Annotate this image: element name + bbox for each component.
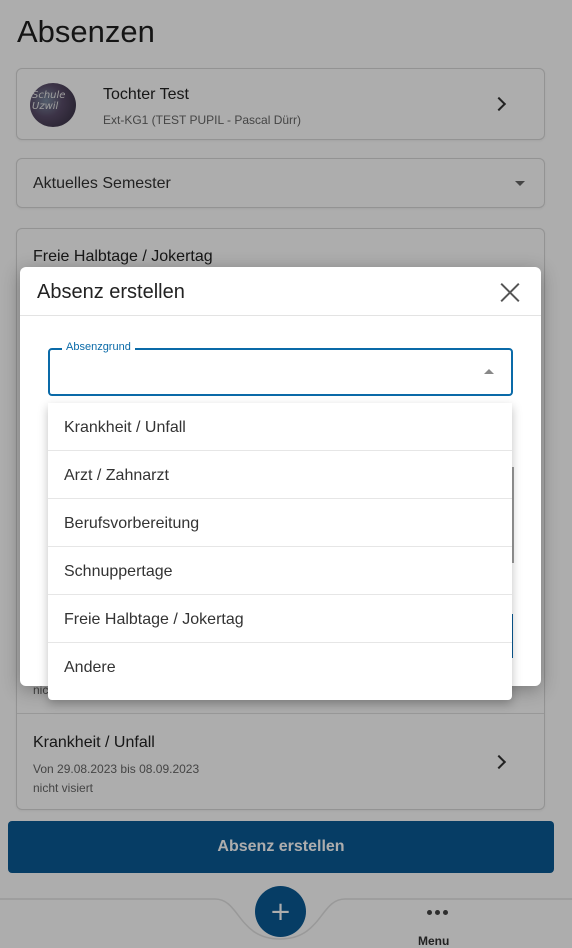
option-label: Andere — [64, 659, 116, 676]
close-icon[interactable] — [499, 281, 521, 303]
option-label: Freie Halbtage / Jokertag — [64, 611, 244, 628]
option-label: Krankheit / Unfall — [64, 419, 186, 436]
absence-reason-dropdown: Krankheit / Unfall Arzt / Zahnarzt Beruf… — [48, 403, 512, 700]
dropdown-option[interactable]: Berufsvorbereitung — [48, 499, 512, 547]
dropdown-option[interactable]: Freie Halbtage / Jokertag — [48, 595, 512, 643]
option-label: Berufsvorbereitung — [64, 515, 200, 532]
dialog-title: Absenz erstellen — [37, 281, 185, 303]
option-label: Schnuppertage — [64, 563, 173, 580]
divider — [20, 315, 541, 316]
dropdown-option[interactable]: Schnuppertage — [48, 547, 512, 595]
dropdown-option[interactable]: Arzt / Zahnarzt — [48, 451, 512, 499]
option-label: Arzt / Zahnarzt — [64, 467, 169, 484]
caret-up-icon — [484, 369, 494, 374]
absence-reason-label: Absenzgrund — [62, 341, 135, 353]
field-edge — [512, 467, 514, 563]
absence-reason-select[interactable]: Absenzgrund — [48, 341, 513, 396]
dropdown-option[interactable]: Andere — [48, 643, 512, 691]
dropdown-option[interactable]: Krankheit / Unfall — [48, 403, 512, 451]
